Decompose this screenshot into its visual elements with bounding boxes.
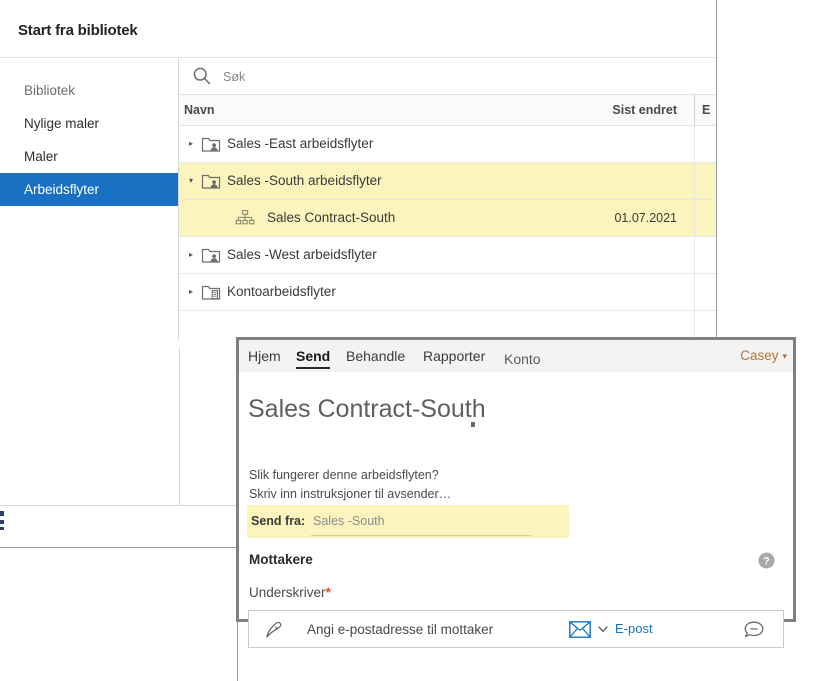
tab-label: Konto — [504, 351, 541, 367]
table-row[interactable]: ▸ Sales -East arbeidsflyter — [179, 126, 716, 163]
table-cell-modified: 01.07.2021 — [614, 211, 677, 225]
send-window-tabbar: Hjem Send Behandle Rapporter Konto Casey… — [239, 340, 793, 373]
column-divider — [694, 126, 695, 162]
page-title: Start fra bibliotek — [18, 22, 138, 39]
table-row[interactable]: ▸ Sales -West arbeidsflyter — [179, 237, 716, 274]
folder-user-icon — [201, 246, 221, 264]
library-dialog-lower-body — [0, 341, 240, 548]
recipient-input-row[interactable]: E-post — [248, 610, 784, 649]
chevron-right-icon[interactable]: ▸ — [185, 126, 197, 162]
table-row[interactable]: Sales Contract-South 01.07.2021 — [179, 200, 716, 237]
tab-hjem[interactable]: Hjem — [248, 340, 281, 372]
send-from-field[interactable]: Send fra: Sales -South — [247, 505, 569, 538]
library-content-pane: Navn Sist endret E ▸ Sales - — [179, 58, 716, 347]
user-menu-label: Casey — [740, 348, 779, 363]
tab-label: Behandle — [346, 348, 406, 364]
tab-rapporter[interactable]: Rapporter — [423, 340, 485, 372]
table-cell-name: Sales Contract-South — [267, 210, 396, 225]
table-cell-name: Sales -West arbeidsflyter — [227, 247, 377, 262]
dialog-footer-divider — [0, 505, 239, 506]
table-row[interactable]: ▸ Kontoarbeidsflyter — [179, 274, 716, 311]
library-nav-list: Bibliotek Nylige maler Maler Arbeidsflyt… — [0, 58, 178, 206]
table-header-row: Navn Sist endret E — [179, 95, 716, 126]
chevron-down-icon[interactable] — [597, 622, 609, 634]
tab-send[interactable]: Send — [296, 340, 331, 372]
tab-label: Hjem — [248, 348, 281, 364]
send-from-value: Sales -South — [313, 514, 385, 528]
help-circle-icon[interactable]: ? — [758, 552, 775, 569]
chevron-down-icon: ▾ — [782, 351, 787, 362]
search-bar[interactable] — [179, 58, 716, 96]
sidebar-item-label: Nylige maler — [24, 116, 100, 131]
background-window-fragment — [0, 511, 5, 531]
send-window-body: Sales Contract-South Slik fungerer denne… — [239, 372, 793, 649]
sidebar-divider-lower — [179, 341, 180, 505]
user-menu[interactable]: Casey ▾ — [740, 340, 787, 372]
table-row[interactable]: ▾ Sales -South arbeidsflyter — [179, 163, 716, 200]
comment-icon[interactable] — [743, 620, 765, 640]
send-agreement-window: Hjem Send Behandle Rapporter Konto Casey… — [236, 337, 796, 649]
pen-icon — [263, 620, 285, 640]
svg-text:?: ? — [763, 555, 770, 567]
envelope-icon[interactable] — [569, 621, 591, 638]
search-icon — [192, 66, 212, 86]
title-marker-dot — [471, 422, 475, 427]
sidebar-item-arbeidsflyter[interactable]: Arbeidsflyter — [0, 173, 178, 206]
column-divider — [694, 200, 695, 236]
tab-konto[interactable]: Konto — [504, 340, 541, 372]
sidebar-item-label: Bibliotek — [24, 83, 76, 98]
recipient-email-input[interactable] — [305, 611, 559, 649]
column-divider — [694, 274, 695, 310]
table-cell-name: Sales -South arbeidsflyter — [227, 173, 382, 188]
chevron-down-icon[interactable]: ▾ — [185, 163, 197, 199]
folder-user-icon — [201, 172, 221, 190]
recipient-role-text: Underskriver — [249, 585, 326, 600]
search-input[interactable] — [221, 58, 525, 96]
column-divider — [694, 237, 695, 273]
column-divider — [694, 163, 695, 199]
folder-doc-icon — [201, 283, 221, 301]
delivery-method-label[interactable]: E-post — [615, 611, 653, 647]
sidebar-item-maler[interactable]: Maler — [0, 140, 178, 173]
background-window-bottom — [0, 549, 238, 681]
recipients-heading: Mottakere — [249, 552, 313, 567]
library-dialog-titlebar: Start fra bibliotek — [0, 0, 716, 58]
screen-root: Start fra bibliotek Bibliotek Nylige mal… — [0, 0, 832, 681]
recipient-role-label: Underskriver* — [249, 584, 331, 600]
required-marker: * — [325, 584, 331, 600]
document-title: Sales Contract-South — [248, 395, 486, 423]
library-sidebar: Bibliotek Nylige maler Maler Arbeidsflyt… — [0, 58, 179, 341]
sidebar-item-bibliotek[interactable]: Bibliotek — [0, 74, 178, 107]
workflow-icon — [235, 209, 255, 227]
instructions-question: Slik fungerer denne arbeidsflyten? — [249, 468, 439, 482]
column-header-modified[interactable]: Sist endret — [612, 95, 677, 125]
folder-user-icon — [201, 135, 221, 153]
sidebar-item-nylige-maler[interactable]: Nylige maler — [0, 107, 178, 140]
instructions-hint: Skriv inn instruksjoner til avsender… — [249, 487, 452, 501]
tab-behandle[interactable]: Behandle — [346, 340, 405, 372]
chevron-right-icon[interactable]: ▸ — [185, 237, 197, 273]
column-divider — [694, 95, 695, 125]
workflow-tree: ▸ Sales -East arbeidsflyter ▾ Sales -Sou… — [179, 126, 716, 347]
start-from-library-dialog: Start fra bibliotek Bibliotek Nylige mal… — [0, 0, 717, 347]
sidebar-item-label: Arbeidsflyter — [24, 182, 100, 197]
send-from-label: Send fra: — [251, 514, 306, 528]
table-cell-name: Kontoarbeidsflyter — [227, 284, 336, 299]
send-from-underline — [311, 535, 531, 536]
sidebar-item-label: Maler — [24, 149, 58, 164]
tab-label: Send — [296, 348, 331, 364]
table-cell-name: Sales -East arbeidsflyter — [227, 136, 374, 151]
tab-label: Rapporter — [423, 348, 486, 364]
chevron-right-icon[interactable]: ▸ — [185, 274, 197, 310]
column-header-extra[interactable]: E — [702, 95, 712, 125]
column-header-name[interactable]: Navn — [184, 95, 215, 125]
